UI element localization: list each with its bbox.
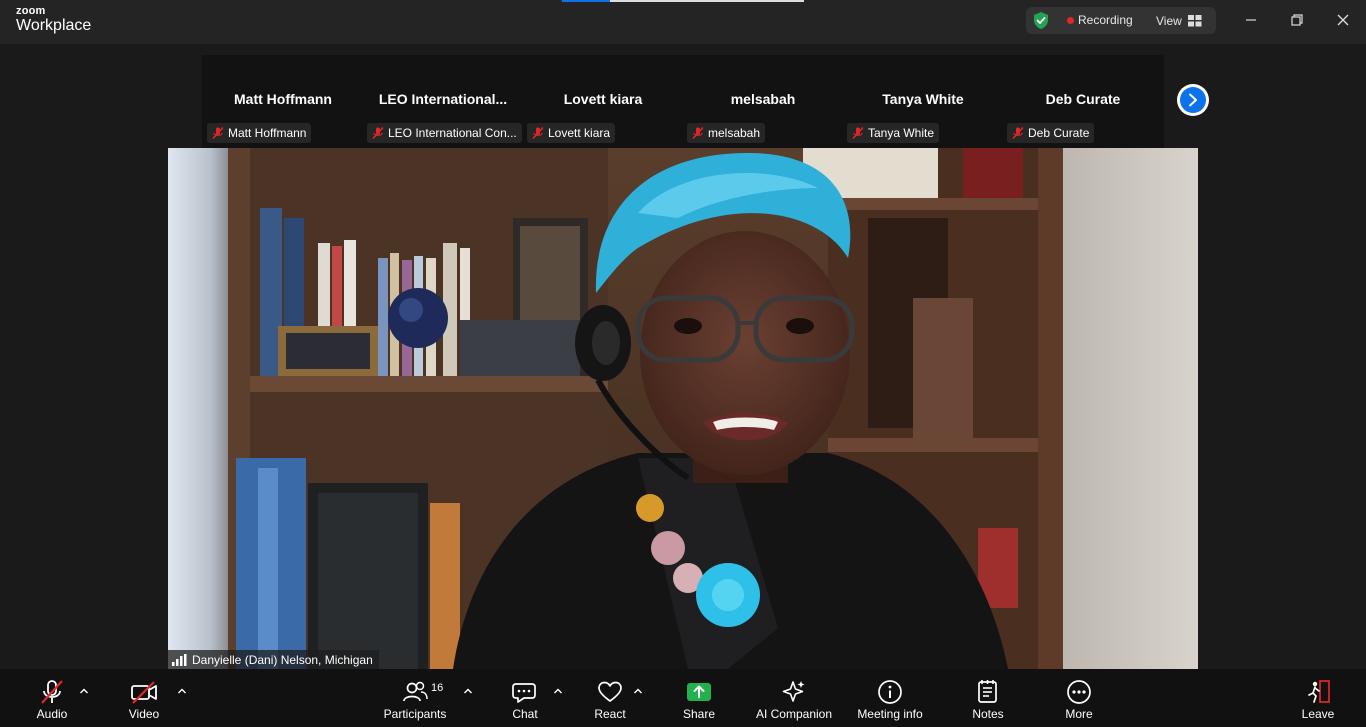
react-options-chevron-up-icon[interactable]: [633, 687, 643, 695]
muted-mic-icon: [532, 127, 544, 139]
speaker-name: Danyielle (Dani) Nelson, Michigan: [192, 652, 373, 667]
leave-exit-icon: [1308, 680, 1330, 703]
share-label: Share: [682, 707, 716, 721]
recording-dot-icon: [1067, 17, 1074, 24]
audio-button[interactable]: Audio: [28, 669, 76, 727]
participant-tile[interactable]: LEO International... LEO International C…: [363, 55, 523, 148]
encryption-shield-icon[interactable]: [1032, 11, 1050, 30]
audio-options-chevron-up-icon[interactable]: [79, 687, 89, 695]
audio-label: Audio: [36, 707, 68, 721]
muted-mic-icon: [372, 127, 384, 139]
notes-icon: [978, 680, 997, 703]
recording-label[interactable]: Recording: [1078, 13, 1133, 27]
video-options-chevron-up-icon[interactable]: [177, 687, 187, 695]
chat-button[interactable]: Chat: [505, 669, 545, 727]
participant-tag-label: Deb Curate: [1028, 126, 1090, 140]
participant-tile[interactable]: Deb Curate Deb Curate: [1003, 55, 1163, 148]
app-brand: zoom Workplace: [16, 6, 91, 34]
meeting-status-pill: Recording View: [1026, 7, 1216, 34]
react-label: React: [594, 707, 626, 721]
participant-tile[interactable]: melsabah melsabah: [683, 55, 843, 148]
participants-icon: [403, 681, 428, 702]
meeting-info-button[interactable]: Meeting info: [853, 669, 927, 727]
participant-tag-label: Tanya White: [868, 126, 935, 140]
participant-name-tag: Lovett kiara: [527, 123, 616, 143]
brand-zoom: zoom: [16, 5, 46, 17]
participants-label: Participants: [383, 707, 447, 721]
speaker-name-tag: Danyielle (Dani) Nelson, Michigan: [168, 650, 379, 669]
participant-name-tag: Matt Hoffmann: [207, 123, 312, 143]
participant-display-name: Matt Hoffmann: [234, 91, 332, 107]
video-button[interactable]: Video: [120, 669, 168, 727]
minimize-button[interactable]: [1239, 10, 1263, 30]
more-button[interactable]: More: [1060, 669, 1098, 727]
share-button[interactable]: Share: [678, 669, 720, 727]
muted-mic-icon: [212, 127, 224, 139]
participant-tag-label: melsabah: [708, 126, 761, 140]
leave-label: Leave: [1301, 707, 1335, 721]
speaker-video-frame: [168, 148, 1198, 669]
close-button[interactable]: [1331, 10, 1355, 30]
participant-tile[interactable]: Tanya White Tanya White: [843, 55, 1003, 148]
muted-mic-icon: [1012, 127, 1024, 139]
video-off-icon: [131, 681, 157, 704]
react-button[interactable]: React: [588, 669, 632, 727]
grid-view-icon: [1187, 14, 1202, 26]
meeting-toolbar: Audio Video Participants 16 Chat React S…: [0, 669, 1366, 727]
participant-gallery: Matt Hoffmann Matt Hoffmann LEO Internat…: [202, 55, 1164, 148]
more-ellipsis-icon: [1067, 680, 1091, 704]
participant-display-name: melsabah: [730, 91, 796, 107]
notes-label: Notes: [972, 707, 1004, 721]
restore-icon: [1291, 14, 1303, 26]
muted-mic-icon: [41, 680, 63, 704]
title-bar: zoom Workplace Recording View: [0, 0, 1366, 44]
gallery-next-button[interactable]: [1177, 84, 1209, 116]
view-button[interactable]: View: [1149, 7, 1211, 34]
top-progress-indicator: [562, 0, 804, 2]
meeting-info-label: Meeting info: [857, 707, 923, 721]
participants-count-badge: 16: [431, 682, 444, 694]
minimize-icon: [1246, 19, 1256, 21]
info-icon: [878, 680, 902, 704]
leave-button[interactable]: Leave: [1300, 669, 1336, 727]
muted-mic-icon: [692, 127, 704, 139]
participant-display-name: Lovett kiara: [563, 91, 643, 107]
participant-name-tag: LEO International Con...: [367, 123, 522, 143]
chat-options-chevron-up-icon[interactable]: [553, 687, 563, 695]
view-label: View: [1156, 13, 1182, 28]
participants-button[interactable]: Participants: [380, 669, 450, 727]
participant-tile[interactable]: Lovett kiara Lovett kiara: [523, 55, 683, 148]
ai-companion-label: AI Companion: [755, 707, 833, 721]
notes-button[interactable]: Notes: [968, 669, 1008, 727]
restore-button[interactable]: [1285, 10, 1309, 30]
heart-icon: [598, 681, 622, 702]
participant-tag-label: LEO International Con...: [388, 126, 517, 140]
signal-strength-icon: [172, 653, 187, 666]
participant-name-tag: melsabah: [687, 123, 766, 143]
video-label: Video: [128, 707, 160, 721]
participant-display-name: Tanya White: [882, 91, 964, 107]
close-icon: [1337, 14, 1349, 26]
muted-mic-icon: [852, 127, 864, 139]
participant-name-tag: Deb Curate: [1007, 123, 1095, 143]
sparkle-icon: [782, 681, 805, 702]
participant-tag-label: Matt Hoffmann: [228, 126, 307, 140]
brand-workplace: Workplace: [16, 17, 92, 34]
chat-label: Chat: [512, 707, 538, 721]
participant-display-name: Deb Curate: [1045, 91, 1121, 107]
ai-companion-button[interactable]: AI Companion: [752, 669, 836, 727]
participants-options-chevron-up-icon[interactable]: [463, 687, 473, 695]
participant-display-name: LEO International...: [378, 91, 508, 107]
participant-name-tag: Tanya White: [847, 123, 940, 143]
chat-bubble-icon: [512, 683, 536, 703]
active-speaker-video[interactable]: [168, 148, 1198, 669]
participant-tag-label: Lovett kiara: [548, 126, 611, 140]
share-screen-icon: [687, 683, 711, 701]
more-label: More: [1065, 707, 1093, 721]
participant-tile[interactable]: Matt Hoffmann Matt Hoffmann: [203, 55, 363, 148]
chevron-right-icon: [1189, 93, 1197, 107]
